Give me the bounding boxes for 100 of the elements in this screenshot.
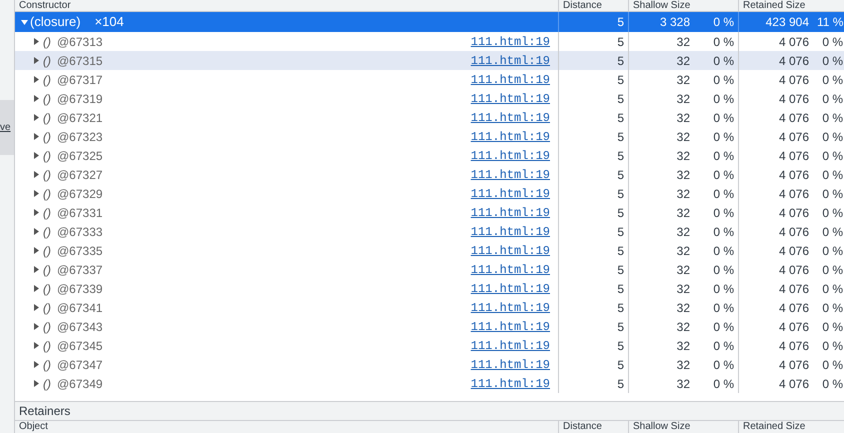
percent-value: 0 %	[821, 34, 843, 50]
shallow-size-value: 32	[676, 52, 690, 70]
source-link[interactable]: 111.html:19	[470, 128, 550, 146]
source-link[interactable]: 111.html:19	[470, 356, 550, 374]
source-link[interactable]: 111.html:19	[470, 374, 550, 392]
distance-value: 5	[617, 224, 624, 240]
collapsed-triangle-icon[interactable]	[33, 95, 40, 102]
function-name: ()	[43, 280, 51, 298]
table-row[interactable]: () @67315 111.html:19 5 32 0 % 4 076 0 %	[15, 51, 844, 70]
source-link[interactable]: 111.html:19	[470, 336, 550, 354]
constructor-name: (closure)	[30, 13, 81, 32]
distance-value: 5	[617, 34, 624, 50]
object-id: @67343	[57, 318, 103, 336]
collapsed-triangle-icon[interactable]	[33, 342, 40, 349]
collapsed-triangle-icon[interactable]	[33, 38, 40, 45]
source-link[interactable]: 111.html:19	[470, 280, 550, 298]
collapsed-triangle-icon[interactable]	[33, 114, 40, 121]
collapsed-triangle-icon[interactable]	[33, 380, 40, 387]
column-header[interactable]: Object	[19, 421, 48, 432]
distance-value: 5	[617, 318, 624, 336]
percent-value: 0 %	[712, 318, 734, 336]
collapsed-triangle-icon[interactable]	[33, 323, 40, 330]
column-header[interactable]: Retained Size	[743, 0, 806, 11]
source-link[interactable]: 111.html:19	[470, 90, 550, 108]
percent-value: 0 %	[712, 148, 734, 164]
shallow-size-value: 32	[676, 204, 690, 222]
source-link[interactable]: 111.html:19	[470, 298, 550, 316]
source-link[interactable]: 111.html:19	[470, 242, 550, 260]
shallow-size-value: 32	[676, 376, 690, 392]
function-name: ()	[43, 318, 51, 336]
column-header[interactable]: Constructor	[19, 0, 71, 11]
function-name: ()	[43, 376, 51, 392]
retained-size-value: 4 076	[778, 52, 809, 70]
percent-value: 0 %	[821, 262, 843, 278]
source-link[interactable]: 111.html:19	[470, 146, 550, 164]
collapsed-triangle-icon[interactable]	[33, 171, 40, 178]
source-link[interactable]: 111.html:19	[470, 222, 550, 240]
collapsed-triangle-icon[interactable]	[33, 152, 40, 159]
retained-size-value: 4 076	[778, 300, 809, 316]
source-link[interactable]: 111.html:19	[470, 70, 550, 88]
percent-value: 0 %	[821, 186, 843, 202]
source-link[interactable]: 111.html:19	[470, 32, 550, 50]
percent-value: 0 %	[821, 224, 843, 240]
table-row[interactable]: (closure) ×104 5 3 328 0 % 423 904 11 %	[15, 12, 844, 32]
object-id: @67313	[57, 34, 103, 50]
collapsed-triangle-icon[interactable]	[33, 361, 40, 368]
retained-size-value: 4 076	[778, 110, 809, 126]
source-link[interactable]: 111.html:19	[470, 318, 550, 336]
collapsed-triangle-icon[interactable]	[33, 209, 40, 216]
retained-size-value: 4 076	[778, 166, 809, 184]
retained-size-value: 4 076	[778, 356, 809, 374]
distance-value: 5	[617, 14, 624, 31]
collapsed-triangle-icon[interactable]	[33, 247, 40, 254]
source-link[interactable]: 111.html:19	[470, 52, 550, 70]
percent-value: 0 %	[821, 148, 843, 164]
collapsed-triangle-icon[interactable]	[33, 304, 40, 311]
source-link[interactable]: 111.html:19	[470, 260, 550, 278]
shallow-size-value: 32	[676, 338, 690, 354]
collapsed-triangle-icon[interactable]	[33, 190, 40, 197]
shallow-size-value: 32	[676, 262, 690, 278]
collapsed-triangle-icon[interactable]	[33, 57, 40, 64]
retained-size-value: 423 904	[766, 14, 809, 31]
distance-value: 5	[617, 166, 624, 184]
column-header[interactable]: Shallow Size	[633, 421, 690, 432]
distance-value: 5	[617, 204, 624, 222]
object-id: @67345	[57, 338, 103, 354]
function-name: ()	[43, 204, 51, 222]
collapsed-triangle-icon[interactable]	[33, 133, 40, 140]
column-header[interactable]: Distance	[563, 0, 602, 11]
percent-value: 0 %	[712, 204, 734, 222]
shallow-size-value: 32	[676, 148, 690, 164]
shallow-size-value: 32	[676, 300, 690, 316]
collapsed-triangle-icon[interactable]	[33, 266, 40, 273]
function-name: ()	[43, 90, 51, 108]
shallow-size-value: 32	[676, 318, 690, 336]
retained-size-value: 4 076	[778, 338, 809, 354]
collapsed-triangle-icon[interactable]	[33, 228, 40, 235]
source-link[interactable]: 111.html:19	[470, 108, 550, 126]
object-id: @67323	[57, 128, 103, 146]
collapsed-triangle-icon[interactable]	[33, 285, 40, 292]
distance-value: 5	[617, 262, 624, 278]
object-id: @67335	[57, 242, 103, 260]
source-link[interactable]: 111.html:19	[470, 166, 550, 184]
source-link[interactable]: 111.html:19	[470, 184, 550, 202]
column-header[interactable]: Retained Size	[743, 421, 806, 432]
percent-value: 0 %	[712, 224, 734, 240]
shallow-size-value: 32	[676, 90, 690, 108]
distance-value: 5	[617, 148, 624, 164]
shallow-size-value: 32	[676, 110, 690, 126]
retained-size-value: 4 076	[778, 34, 809, 50]
object-id: @67327	[57, 166, 103, 184]
shallow-size-value: 32	[676, 242, 690, 260]
column-header[interactable]: Shallow Size	[633, 0, 690, 11]
expanded-triangle-icon[interactable]	[21, 18, 28, 26]
source-link[interactable]: 111.html:19	[470, 204, 550, 222]
column-header[interactable]: Distance	[563, 421, 602, 432]
instance-count: ×104	[94, 13, 124, 32]
percent-value: 0 %	[712, 262, 734, 278]
collapsed-triangle-icon[interactable]	[33, 76, 40, 83]
object-id: @67347	[57, 356, 103, 374]
